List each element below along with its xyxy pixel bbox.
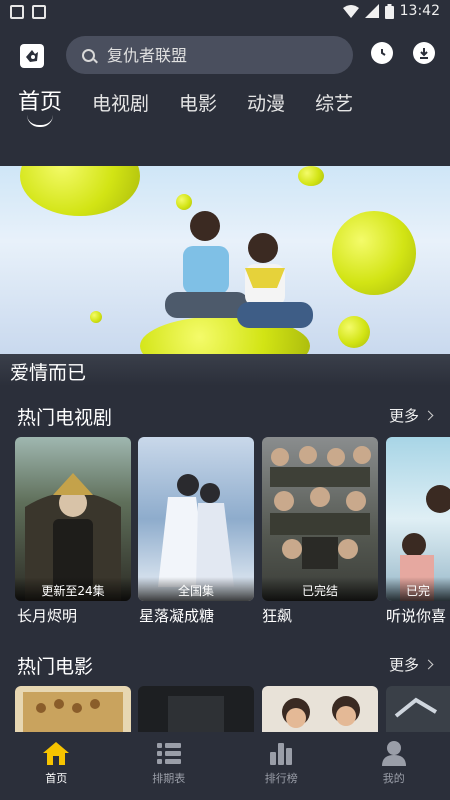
section-title-movies: 热门电影 bbox=[17, 656, 94, 678]
download-icon[interactable] bbox=[413, 42, 435, 64]
poster-title[interactable]: 狂飙 bbox=[262, 605, 378, 626]
poster-tv-2[interactable]: 全国集 bbox=[138, 437, 254, 601]
more-tv-button[interactable]: 更多 bbox=[388, 405, 434, 426]
nav-label: 排行榜 bbox=[264, 772, 298, 785]
featured-banner[interactable] bbox=[0, 166, 450, 354]
poster-image bbox=[168, 696, 224, 732]
poster-image bbox=[394, 697, 438, 718]
search-input[interactable] bbox=[107, 45, 327, 65]
tab-movies[interactable]: 电影 bbox=[179, 89, 217, 116]
search-icon bbox=[82, 48, 95, 62]
search-bar[interactable] bbox=[66, 36, 353, 74]
section-title-tv: 热门电视剧 bbox=[17, 407, 113, 429]
list-icon bbox=[156, 743, 181, 764]
bar-chart-icon bbox=[270, 743, 293, 765]
poster-tv-3[interactable]: 已完结 bbox=[262, 437, 378, 601]
poster-title[interactable]: 星落凝成糖 bbox=[139, 605, 255, 626]
signal-icon bbox=[364, 4, 379, 18]
category-tabs: 首页 电视剧 电影 动漫 综艺 bbox=[18, 84, 353, 127]
poster-badge: 已完 bbox=[386, 577, 450, 601]
poster-badge: 更新至24集 bbox=[15, 577, 131, 601]
banner-caption: 爱情而已 bbox=[0, 354, 450, 386]
poster-badge: 已完结 bbox=[262, 577, 378, 601]
image-notification-icon bbox=[32, 5, 46, 19]
banner-title: 爱情而已 bbox=[10, 362, 87, 384]
poster-image bbox=[282, 696, 360, 728]
nav-label: 首页 bbox=[45, 772, 68, 785]
status-time: 13:42 bbox=[399, 3, 440, 19]
home-icon bbox=[43, 742, 70, 765]
nav-ranking[interactable]: 排行榜 bbox=[225, 732, 338, 800]
wifi-icon bbox=[342, 4, 359, 18]
tab-variety[interactable]: 综艺 bbox=[315, 89, 353, 116]
tab-anime[interactable]: 动漫 bbox=[247, 89, 285, 116]
poster-tv-1[interactable]: 更新至24集 bbox=[15, 437, 131, 601]
tab-tv[interactable]: 电视剧 bbox=[92, 89, 149, 116]
nav-label: 我的 bbox=[382, 772, 405, 785]
user-icon bbox=[381, 741, 406, 766]
chevron-right-icon bbox=[423, 410, 434, 421]
more-label: 更多 bbox=[388, 656, 419, 674]
more-label: 更多 bbox=[388, 407, 419, 425]
gallery-notification-icon bbox=[10, 5, 24, 19]
status-bar: 13:42 bbox=[0, 0, 450, 26]
tennis-ball-image bbox=[90, 311, 102, 323]
nav-profile[interactable]: 我的 bbox=[338, 732, 450, 800]
top-header: 首页 电视剧 电影 动漫 综艺 bbox=[0, 26, 450, 166]
battery-icon bbox=[384, 3, 394, 19]
banner-couple-image bbox=[165, 211, 313, 328]
nav-schedule[interactable]: 排期表 bbox=[113, 732, 226, 800]
more-movies-button[interactable]: 更多 bbox=[388, 654, 434, 675]
tennis-ball-image bbox=[298, 166, 324, 186]
poster-image bbox=[23, 692, 123, 732]
poster-badge: 全国集 bbox=[138, 577, 254, 601]
app-logo-icon[interactable] bbox=[20, 44, 44, 68]
poster-tv-4[interactable]: 已完 bbox=[386, 437, 450, 601]
nav-home[interactable]: 首页 bbox=[0, 732, 113, 800]
poster-title[interactable]: 听说你喜 bbox=[386, 605, 450, 626]
chevron-right-icon bbox=[423, 659, 434, 670]
poster-title[interactable]: 长月烬明 bbox=[17, 605, 133, 626]
poster-movie-2[interactable] bbox=[138, 686, 254, 732]
poster-movie-1[interactable] bbox=[15, 686, 131, 732]
poster-movie-3[interactable] bbox=[262, 686, 378, 732]
bottom-nav: 首页 排期表 排行榜 我的 bbox=[0, 732, 450, 800]
tab-home[interactable]: 首页 bbox=[18, 84, 62, 127]
nav-label: 排期表 bbox=[152, 772, 186, 785]
history-icon[interactable] bbox=[371, 42, 393, 64]
tennis-ball-image bbox=[20, 166, 140, 216]
poster-movie-4[interactable] bbox=[386, 686, 450, 732]
